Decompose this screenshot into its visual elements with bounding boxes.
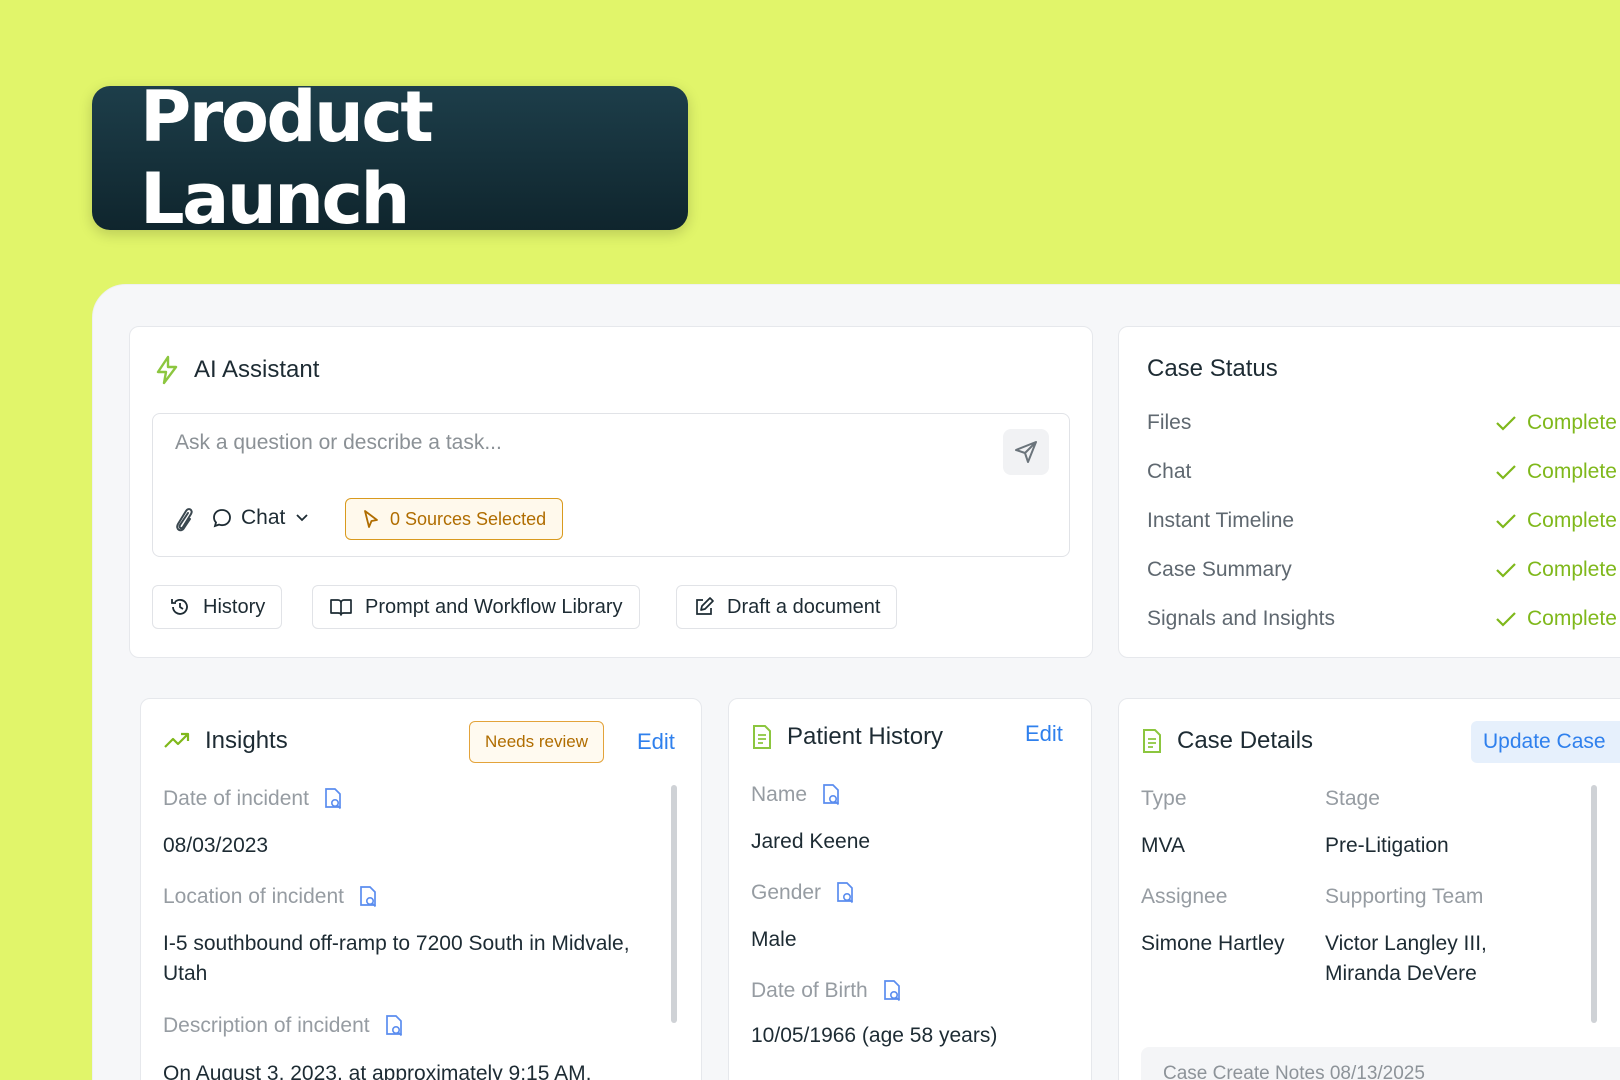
field-value-type: MVA xyxy=(1141,834,1185,857)
history-label: History xyxy=(203,595,266,618)
case-status-header: Case Status xyxy=(1147,355,1278,383)
document-search-icon[interactable] xyxy=(835,881,855,905)
insights-scrollbar[interactable] xyxy=(671,785,677,1023)
patient-history-edit-link[interactable]: Edit xyxy=(1025,721,1063,747)
insights-title: Insights xyxy=(205,727,288,754)
check-icon xyxy=(1496,514,1516,529)
check-icon xyxy=(1496,465,1516,480)
sources-selected-button[interactable]: 0 Sources Selected xyxy=(345,498,564,540)
status-value: Complete xyxy=(1495,607,1617,631)
document-icon xyxy=(753,725,771,749)
insights-edit-link[interactable]: Edit xyxy=(637,729,675,755)
status-row-instant-timeline: Instant Timeline Complete xyxy=(1147,509,1620,539)
insights-card: Insights Needs review Edit Date of incid… xyxy=(140,698,702,1080)
status-label: Files xyxy=(1147,411,1192,434)
attach-button[interactable] xyxy=(173,506,195,539)
field-value: I-5 southbound off-ramp to 7200 South in… xyxy=(163,932,630,985)
draft-document-label: Draft a document xyxy=(727,595,881,618)
field-label: Location of incident xyxy=(163,885,378,909)
edit-icon xyxy=(696,597,714,615)
case-status-title: Case Status xyxy=(1147,355,1278,382)
field-label: Name xyxy=(751,783,841,807)
status-row-chat: Chat Complete xyxy=(1147,460,1620,490)
check-icon xyxy=(1496,612,1516,627)
field-value: 10/05/1966 (age 58 years) xyxy=(751,1024,998,1047)
status-value: Complete xyxy=(1495,509,1617,533)
cursor-icon xyxy=(364,510,378,528)
status-row-signals-insights: Signals and Insights Complete xyxy=(1147,607,1620,637)
prompt-library-button[interactable]: Prompt and Workflow Library xyxy=(312,585,640,629)
prompt-library-label: Prompt and Workflow Library xyxy=(365,595,623,618)
document-search-icon[interactable] xyxy=(323,787,343,811)
book-icon xyxy=(330,599,352,616)
case-notes-label: Case Create Notes 08/13/2025 xyxy=(1163,1063,1425,1080)
paperclip-icon xyxy=(176,508,193,532)
status-label: Case Summary xyxy=(1147,558,1292,581)
check-icon xyxy=(1496,563,1516,578)
status-value: Complete xyxy=(1495,558,1617,582)
field-value-stage: Pre-Litigation xyxy=(1325,834,1449,857)
case-details-scrollbar[interactable] xyxy=(1591,785,1597,1023)
history-button[interactable]: History xyxy=(152,585,283,629)
history-icon xyxy=(171,599,188,615)
trending-up-icon xyxy=(164,732,190,748)
field-label: Gender xyxy=(751,881,855,905)
mode-label: Chat xyxy=(241,506,286,529)
insights-header: Insights xyxy=(163,727,288,755)
case-details-title: Case Details xyxy=(1177,727,1314,754)
ask-box: Chat 0 Sources Selected xyxy=(152,413,1070,557)
field-label: Date of Birth xyxy=(751,979,902,1003)
patient-history-card: Patient History Edit Name Jared Keene Ge… xyxy=(728,698,1092,1080)
ai-assistant-title: AI Assistant xyxy=(194,356,320,383)
field-label-type: Type xyxy=(1141,787,1187,810)
needs-review-badge[interactable]: Needs review xyxy=(469,721,604,763)
ask-input[interactable] xyxy=(175,428,975,458)
patient-history-title: Patient History xyxy=(787,723,944,750)
patient-history-header: Patient History xyxy=(751,723,943,751)
ai-assistant-header: AI Assistant xyxy=(154,355,319,385)
field-label-supporting-team: Supporting Team xyxy=(1325,885,1484,908)
status-value: Complete xyxy=(1495,411,1617,435)
document-search-icon[interactable] xyxy=(384,1014,404,1038)
status-label: Signals and Insights xyxy=(1147,607,1335,630)
update-case-button[interactable]: Update Case xyxy=(1471,721,1620,763)
document-search-icon[interactable] xyxy=(821,783,841,807)
case-details-header: Case Details xyxy=(1141,727,1313,755)
sources-label: 0 Sources Selected xyxy=(390,508,547,529)
case-status-card: Case Status Files Complete Chat Complete… xyxy=(1118,326,1620,658)
draft-document-button[interactable]: Draft a document xyxy=(676,585,898,629)
field-value: Male xyxy=(751,928,797,951)
field-label: Description of incident xyxy=(163,1014,404,1038)
field-label: Date of incident xyxy=(163,787,343,811)
product-launch-banner: Product Launch xyxy=(92,76,688,240)
document-search-icon[interactable] xyxy=(882,979,902,1003)
field-label-stage: Stage xyxy=(1325,787,1380,810)
lightning-icon xyxy=(156,355,178,385)
field-value: On August 3, 2023, at approximately 9:15… xyxy=(163,1062,592,1080)
field-value: 08/03/2023 xyxy=(163,834,269,857)
ai-assistant-card: AI Assistant Chat 0 Sources xyxy=(129,326,1093,658)
case-notes: Case Create Notes 08/13/2025 xyxy=(1141,1047,1620,1080)
send-icon xyxy=(1015,441,1037,463)
check-icon xyxy=(1496,416,1516,431)
status-label: Chat xyxy=(1147,460,1192,483)
status-row-case-summary: Case Summary Complete xyxy=(1147,558,1620,588)
field-label-assignee: Assignee xyxy=(1141,885,1228,908)
chevron-down-icon xyxy=(296,514,308,522)
status-row-files: Files Complete xyxy=(1147,411,1620,441)
status-label: Instant Timeline xyxy=(1147,509,1295,532)
field-value-supporting-team: Victor Langley III, Miranda DeVere xyxy=(1325,932,1487,985)
document-search-icon[interactable] xyxy=(358,885,378,909)
case-details-card: Case Details Update Case Type MVA Stage … xyxy=(1118,698,1620,1080)
field-value-assignee: Simone Hartley xyxy=(1141,932,1285,955)
mode-dropdown[interactable]: Chat xyxy=(211,506,317,530)
field-value: Jared Keene xyxy=(751,830,871,853)
chat-bubble-icon xyxy=(213,509,231,528)
banner-title: Product Launch xyxy=(140,76,434,240)
status-value: Complete xyxy=(1495,460,1617,484)
document-icon xyxy=(1143,729,1161,753)
send-button[interactable] xyxy=(1003,429,1049,475)
